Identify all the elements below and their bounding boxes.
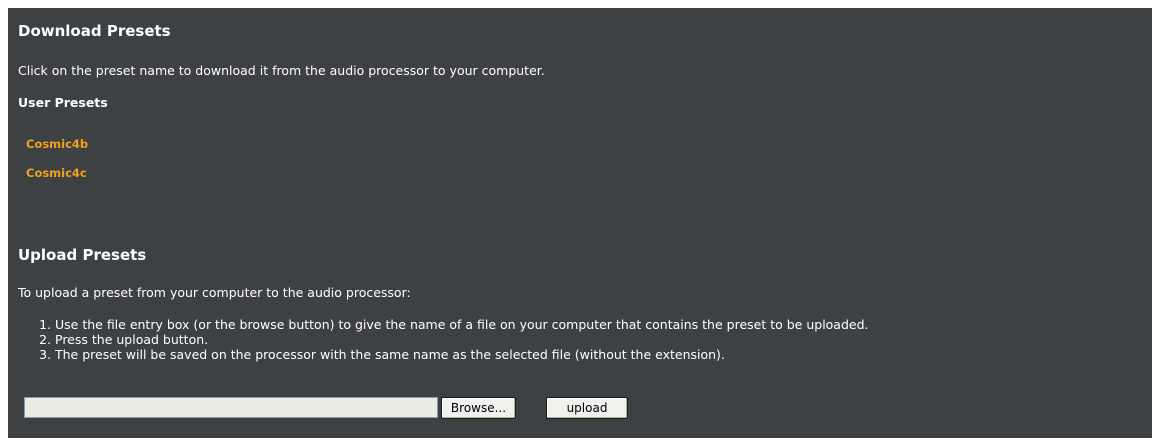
browse-button[interactable]: Browse... <box>441 397 516 419</box>
download-presets-heading: Download Presets <box>18 22 171 40</box>
user-presets-heading: User Presets <box>18 95 108 110</box>
presets-panel: Download Presets Click on the preset nam… <box>8 8 1152 438</box>
upload-presets-heading: Upload Presets <box>18 246 147 264</box>
upload-step: Use the file entry box (or the browse bu… <box>55 317 869 332</box>
upload-button[interactable]: upload <box>546 397 628 419</box>
preset-link-cosmic4c[interactable]: Cosmic4c <box>26 166 87 180</box>
file-path-input[interactable] <box>24 397 438 418</box>
upload-step: Press the upload button. <box>55 332 869 347</box>
upload-intro: To upload a preset from your computer to… <box>18 285 411 300</box>
preset-link-cosmic4b[interactable]: Cosmic4b <box>26 137 88 151</box>
download-description: Click on the preset name to download it … <box>18 63 545 78</box>
upload-step: The preset will be saved on the processo… <box>55 347 869 362</box>
upload-steps-list: Use the file entry box (or the browse bu… <box>18 317 869 362</box>
